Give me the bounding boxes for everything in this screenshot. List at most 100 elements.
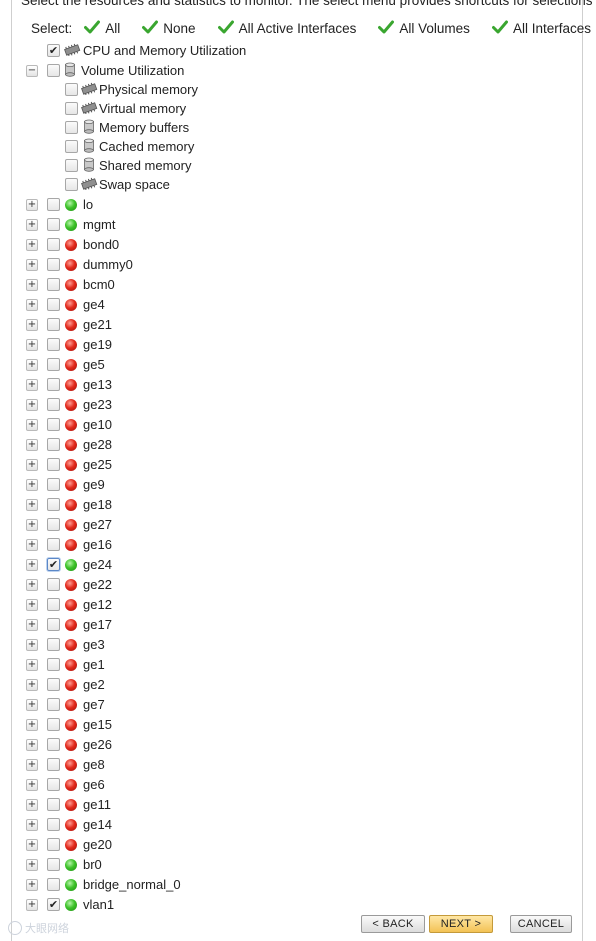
expand-toggle-icon[interactable]: + [26,518,38,531]
checkbox[interactable] [65,178,78,191]
tree-item-label: Cached memory [99,139,195,154]
checkbox[interactable] [47,578,60,591]
expand-toggle-icon[interactable]: + [26,458,38,471]
cancel-button[interactable]: CANCEL [510,915,572,933]
checkbox[interactable] [47,818,60,831]
checkbox[interactable] [47,538,60,551]
expand-toggle-icon[interactable]: + [26,258,38,271]
status-red-icon [65,598,77,611]
checkbox[interactable] [47,298,60,311]
select-option-all-interfaces[interactable]: All Interfaces [491,20,591,37]
tree-item-label: ge15 [83,717,112,732]
checkbox[interactable] [47,678,60,691]
checkbox[interactable] [47,338,60,351]
checkbox[interactable]: ✔ [47,44,60,57]
checkbox[interactable] [47,698,60,711]
checkbox[interactable] [47,318,60,331]
expand-toggle-icon[interactable]: + [26,798,38,811]
expand-toggle-icon[interactable]: + [26,898,38,911]
checkbox[interactable] [47,218,60,231]
expand-toggle-icon[interactable]: + [26,678,38,691]
checkbox[interactable] [47,638,60,651]
expand-toggle-icon[interactable]: + [26,618,38,631]
checkbox[interactable] [47,438,60,451]
checkbox[interactable] [47,458,60,471]
expand-toggle-icon[interactable]: + [26,818,38,831]
checkbox[interactable] [47,718,60,731]
back-button[interactable]: < BACK [361,915,425,933]
checkbox[interactable] [47,878,60,891]
tree-item-label: vlan1 [83,897,115,912]
expand-toggle-icon[interactable]: + [26,738,38,751]
checkbox[interactable] [47,64,60,77]
checkbox[interactable] [47,738,60,751]
expand-toggle-icon[interactable]: + [26,238,38,251]
checkbox[interactable] [65,140,78,153]
checkbox[interactable] [47,198,60,211]
checkbox[interactable]: ✔ [47,898,60,911]
checkbox[interactable] [47,658,60,671]
checkbox[interactable] [47,618,60,631]
checkbox[interactable] [47,518,60,531]
expand-toggle-icon[interactable]: + [26,338,38,351]
watermark-logo-icon [8,921,22,935]
checkbox[interactable] [47,478,60,491]
expand-toggle-icon[interactable]: + [26,858,38,871]
select-option-all-active-interfaces[interactable]: All Active Interfaces [217,20,356,37]
checkbox[interactable] [47,498,60,511]
checkbox[interactable] [65,121,78,134]
checkbox[interactable] [65,102,78,115]
expand-toggle-icon[interactable]: + [26,718,38,731]
tree-item-label: ge20 [83,837,112,852]
expand-toggle-icon[interactable]: + [26,438,38,451]
expand-toggle-icon[interactable]: + [26,758,38,771]
checkbox[interactable] [47,418,60,431]
checkbox[interactable] [47,258,60,271]
expand-toggle-icon[interactable]: + [26,498,38,511]
select-option-all[interactable]: All [84,20,120,37]
expand-toggle-icon[interactable]: + [26,278,38,291]
expand-toggle-icon[interactable]: + [26,598,38,611]
checkbox[interactable] [47,238,60,251]
expand-toggle-icon[interactable]: + [26,538,38,551]
expand-toggle-icon[interactable]: + [26,298,38,311]
expand-toggle-icon[interactable]: + [26,198,38,211]
collapse-toggle-icon[interactable]: − [26,64,38,77]
expand-toggle-icon[interactable]: + [26,838,38,851]
expand-toggle-icon[interactable]: + [26,558,38,571]
expand-toggle-icon[interactable]: + [26,398,38,411]
expand-toggle-icon[interactable]: + [26,658,38,671]
checkbox[interactable] [47,278,60,291]
select-label: Select: [31,20,73,36]
checkbox[interactable] [47,598,60,611]
expand-toggle-icon[interactable]: + [26,478,38,491]
status-red-icon [65,358,77,371]
expand-toggle-icon[interactable]: + [26,578,38,591]
checkbox[interactable] [47,378,60,391]
expand-toggle-icon[interactable]: + [26,318,38,331]
checkbox[interactable] [47,838,60,851]
checkbox[interactable]: ✔ [47,558,60,571]
checkbox[interactable] [47,778,60,791]
expand-toggle-icon[interactable]: + [26,878,38,891]
select-option-none[interactable]: None [142,20,196,37]
expand-toggle-icon[interactable]: + [26,418,38,431]
checkbox[interactable] [47,398,60,411]
expand-toggle-icon[interactable]: + [26,778,38,791]
checkbox[interactable] [47,358,60,371]
expand-toggle-icon[interactable]: + [26,218,38,231]
expand-toggle-icon[interactable]: + [26,698,38,711]
status-red-icon [65,578,77,591]
checkbox[interactable] [47,758,60,771]
next-button[interactable]: NEXT > [429,915,493,933]
checkbox[interactable] [65,159,78,172]
select-option-all-volumes[interactable]: All Volumes [378,20,470,37]
expand-toggle-icon[interactable]: + [26,378,38,391]
checkbox[interactable] [65,83,78,96]
status-red-icon [65,398,77,411]
tree-item-memory-buffers: Memory buffers [65,118,189,137]
expand-toggle-icon[interactable]: + [26,638,38,651]
checkbox[interactable] [47,858,60,871]
checkbox[interactable] [47,798,60,811]
expand-toggle-icon[interactable]: + [26,358,38,371]
